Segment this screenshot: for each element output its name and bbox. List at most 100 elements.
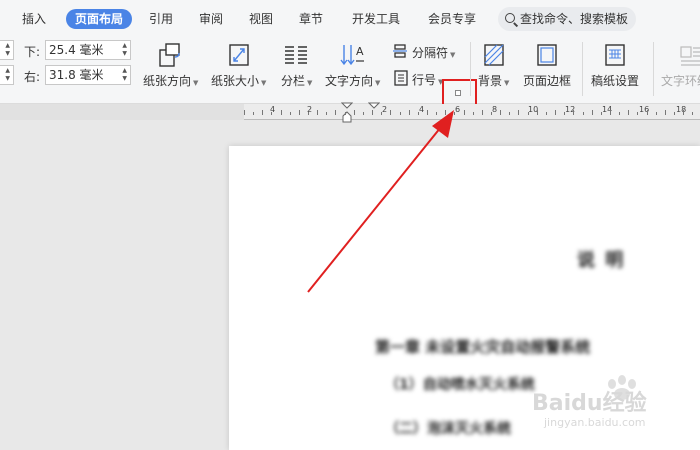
ruler-tick xyxy=(464,110,465,115)
spin-arrows-icon: ▲ ▼ xyxy=(5,67,10,82)
ruler-tick xyxy=(546,112,547,115)
text-direction-icon: A xyxy=(340,45,364,66)
tab-view[interactable]: 视图 xyxy=(249,9,273,29)
ruler-tick xyxy=(390,110,391,115)
orientation-label: 纸张方向 xyxy=(143,74,192,88)
columns-label: 分栏 xyxy=(281,74,306,88)
ruler-tick xyxy=(555,110,556,115)
manuscript-settings-button[interactable]: 稿纸设置 xyxy=(591,72,639,89)
orientation-button[interactable]: 纸张方向 ▼ xyxy=(143,72,198,89)
tab-sections[interactable]: 章节 xyxy=(299,9,323,29)
ruler-tick xyxy=(601,112,602,115)
ruler-tick xyxy=(674,112,675,115)
spin-arrows-icon: ▲ ▼ xyxy=(5,42,10,57)
left-margin-stub[interactable]: ▲ ▼ xyxy=(0,65,14,85)
dropdown-arrow-icon: ▼ xyxy=(504,79,510,87)
watermark-brand: Baidu经验 xyxy=(532,390,647,416)
svg-text:A: A xyxy=(356,45,364,58)
ruler-tick xyxy=(400,112,401,115)
ruler-label: 18 xyxy=(676,105,687,114)
ruler-tick xyxy=(427,110,428,115)
ruler-tick xyxy=(528,112,529,115)
tab-insert[interactable]: 插入 xyxy=(22,9,46,29)
right-margin-value: 31.8 毫米 xyxy=(49,68,104,82)
divider xyxy=(582,42,583,96)
manuscript-icon xyxy=(605,44,625,66)
ruler-tick xyxy=(381,112,382,115)
document-line: 第一章 未设置火灾自动报警系统 xyxy=(375,338,591,356)
ruler-tick xyxy=(656,112,657,115)
ruler-tick xyxy=(281,110,282,115)
ruler-tick xyxy=(372,110,373,115)
ruler-label: 8 xyxy=(492,105,498,114)
dropdown-arrow-icon: ▼ xyxy=(307,79,313,87)
annotation-arrow xyxy=(307,110,454,293)
columns-icon xyxy=(285,46,307,64)
spin-arrows-icon: ▲ ▼ xyxy=(122,67,127,82)
text-wrap-icon xyxy=(680,46,700,66)
ruler-tick xyxy=(647,110,648,115)
ruler-tick xyxy=(592,110,593,115)
tab-member[interactable]: 会员专享 xyxy=(428,9,476,29)
text-direction-button[interactable]: 文字方向 ▼ xyxy=(325,72,380,89)
tab-review[interactable]: 审阅 xyxy=(199,9,223,29)
divider xyxy=(653,42,654,96)
top-margin-stub[interactable]: ▲ ▼ xyxy=(0,40,14,60)
ruler-tick xyxy=(345,112,346,115)
watermark: Baidu经验 jingyan.baidu.com xyxy=(530,370,700,430)
tab-developer[interactable]: 开发工具 xyxy=(352,9,400,29)
background-icon xyxy=(484,44,504,66)
ruler-tick xyxy=(354,110,355,115)
right-margin-label: 右: xyxy=(24,70,41,84)
separator-label: 分隔符 xyxy=(412,46,449,60)
ruler-tick xyxy=(491,112,492,115)
document-line: （1）自动喷水灭火系统 xyxy=(385,377,535,393)
ruler-tick xyxy=(564,112,565,115)
line-number-icon xyxy=(394,70,408,86)
ruler-tick xyxy=(290,112,291,115)
bottom-margin-label: 下: xyxy=(24,45,41,59)
search-label: 查找命令、搜索模板 xyxy=(520,12,629,26)
ruler-tick xyxy=(473,112,474,115)
columns-button[interactable]: 分栏 ▼ xyxy=(281,72,312,89)
background-button[interactable]: 背景 ▼ xyxy=(478,72,509,89)
ruler-tick xyxy=(326,112,327,115)
tab-references[interactable]: 引用 xyxy=(149,9,173,29)
bottom-margin-value: 25.4 毫米 xyxy=(49,43,104,57)
bottom-margin-field[interactable]: 25.4 毫米 ▲ ▼ xyxy=(45,40,131,60)
ruler-tick xyxy=(500,110,501,115)
page-border-button[interactable]: 页面边框 xyxy=(523,72,571,89)
ruler-tick xyxy=(244,110,245,115)
tab-bar: 插入 页面布局 引用 审阅 视图 章节 开发工具 会员专享 查找命令、搜索模板 xyxy=(0,0,700,36)
dropdown-arrow-icon: ▼ xyxy=(261,79,267,87)
ruler-tick xyxy=(537,110,538,115)
ruler-tick xyxy=(583,112,584,115)
dropdown-arrow-icon: ▼ xyxy=(450,51,456,59)
paper-size-icon xyxy=(229,44,249,66)
page-border-icon xyxy=(537,44,557,66)
ruler-tick xyxy=(610,110,611,115)
ruler-tick xyxy=(482,110,483,115)
right-margin-field[interactable]: 31.8 毫米 ▲ ▼ xyxy=(45,65,131,85)
ruler-tick xyxy=(683,110,684,115)
background-label: 背景 xyxy=(478,74,503,88)
ruler-tick xyxy=(253,112,254,115)
ruler-tick xyxy=(692,112,693,115)
text-wrap-button[interactable]: 文字环绕 xyxy=(661,72,700,89)
separator-button[interactable]: 分隔符 ▼ xyxy=(412,44,455,61)
paper-size-button[interactable]: 纸张大小 ▼ xyxy=(211,72,266,89)
search-box[interactable]: 查找命令、搜索模板 xyxy=(498,7,636,31)
orientation-icon xyxy=(159,43,180,67)
ruler-tick xyxy=(409,110,410,115)
tab-page-layout[interactable]: 页面布局 xyxy=(66,9,133,29)
ruler-tick xyxy=(454,112,455,115)
ruler-tick xyxy=(271,112,272,115)
text-direction-label: 文字方向 xyxy=(325,74,374,88)
line-number-button[interactable]: 行号 ▼ xyxy=(412,71,443,88)
separator-icon xyxy=(393,44,407,58)
ruler-tick xyxy=(628,110,629,115)
dropdown-arrow-icon: ▼ xyxy=(375,79,381,87)
ruler-tick xyxy=(418,112,419,115)
paper-size-label: 纸张大小 xyxy=(211,74,260,88)
ruler-tick xyxy=(665,110,666,115)
